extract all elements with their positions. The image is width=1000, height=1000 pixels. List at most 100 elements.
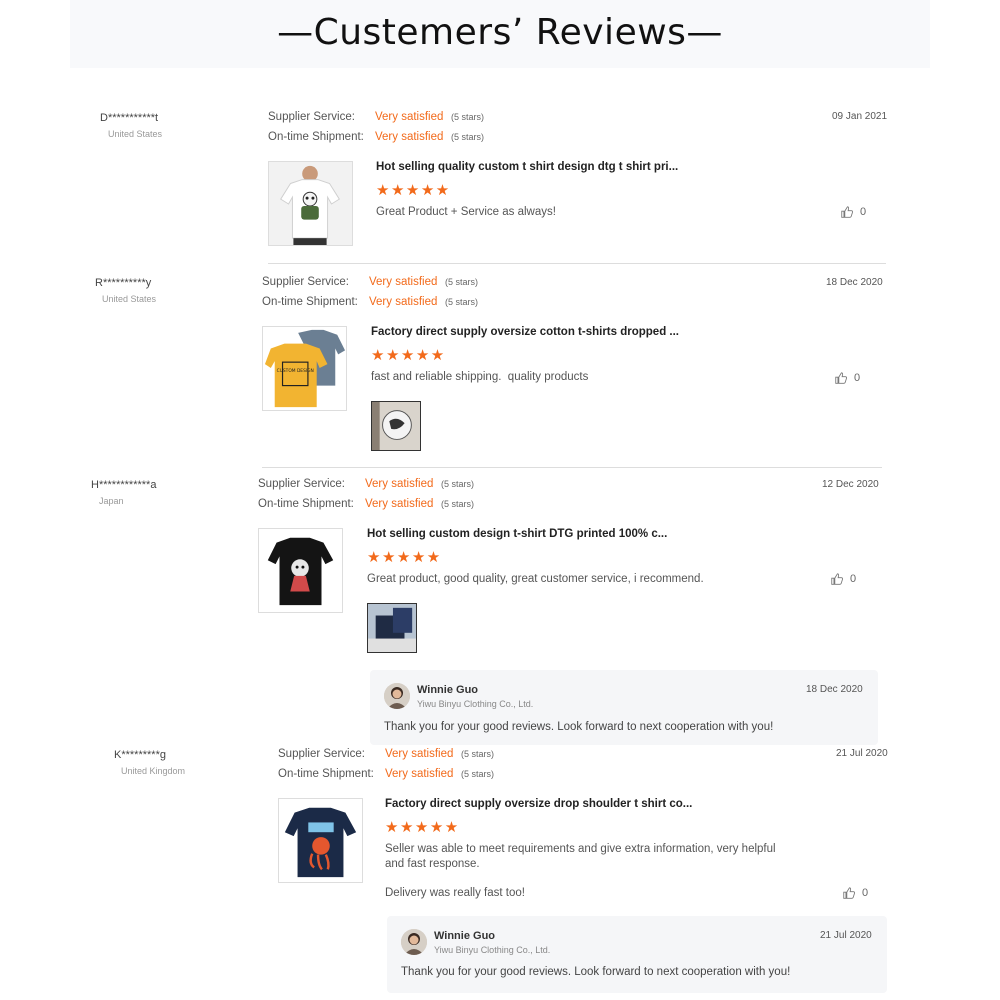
seller-reply: Winnie Guo Yiwu Binyu Clothing Co., Ltd.… xyxy=(387,916,887,993)
like-count: 0 xyxy=(860,206,867,218)
product-title[interactable]: Hot selling quality custom t shirt desig… xyxy=(376,161,678,173)
navy-tshirt-octopus-print-icon xyxy=(279,799,362,882)
shipment-label: On-time Shipment: xyxy=(278,768,374,780)
shipment-value: Very satisfied xyxy=(385,768,454,780)
shipment-stars: (5 stars) xyxy=(451,132,485,142)
reviewer-country: United States xyxy=(102,294,157,304)
thumbs-up-icon xyxy=(843,887,856,899)
reviewer-name: D***********t xyxy=(100,112,159,124)
supplier-service-stars: (5 stars) xyxy=(441,479,475,489)
like-button[interactable]: 0 xyxy=(842,886,868,900)
supplier-service-stars: (5 stars) xyxy=(451,112,485,122)
supplier-service-value: Very satisfied xyxy=(365,478,434,490)
product-thumbnail[interactable] xyxy=(258,528,343,613)
product-title[interactable]: Hot selling custom design t-shirt DTG pr… xyxy=(367,528,667,540)
reviewer-country: United States xyxy=(108,129,163,139)
review-comment-continued: Delivery was really fast too! xyxy=(385,887,525,899)
star-rating: ★★★★★ xyxy=(371,347,446,364)
star-rating: ★★★★★ xyxy=(376,182,451,199)
like-count: 0 xyxy=(854,372,861,384)
reviewer-name: R**********y xyxy=(95,277,152,289)
supplier-service-label: Supplier Service: xyxy=(268,111,355,123)
shipment-rating: On-time Shipment: Very satisfied (5 stars) xyxy=(258,498,474,510)
reviewer-name: K*********g xyxy=(114,749,166,761)
review-comment: fast and reliable shipping. quality prod… xyxy=(371,371,589,383)
review-photo-image-icon xyxy=(372,402,420,450)
review-date: 09 Jan 2021 xyxy=(832,111,888,122)
review-date: 21 Jul 2020 xyxy=(836,748,888,759)
shipment-stars: (5 stars) xyxy=(441,499,475,509)
page-title: —Custemers’ Reviews— xyxy=(277,12,723,53)
supplier-service-rating: Supplier Service: Very satisfied (5 stars) xyxy=(258,478,474,490)
product-thumbnail[interactable] xyxy=(268,161,353,246)
review-photo-image-icon xyxy=(368,604,416,652)
reply-company: Yiwu Binyu Clothing Co., Ltd. xyxy=(434,945,551,955)
seller-avatar-icon xyxy=(401,929,427,955)
supplier-service-stars: (5 stars) xyxy=(461,749,495,759)
like-button[interactable]: 0 xyxy=(830,572,856,586)
supplier-service-rating: Supplier Service: Very satisfied (5 stars) xyxy=(262,276,478,288)
seller-avatar-icon xyxy=(384,683,410,709)
reply-author-name: Winnie Guo xyxy=(434,930,496,942)
shipment-label: On-time Shipment: xyxy=(268,131,364,143)
product-title[interactable]: Factory direct supply oversize cotton t-… xyxy=(371,326,679,338)
thumbs-up-icon xyxy=(835,372,848,384)
reply-date: 18 Dec 2020 xyxy=(806,684,863,695)
shipment-rating: On-time Shipment: Very satisfied (5 stars) xyxy=(278,768,494,780)
supplier-service-label: Supplier Service: xyxy=(278,748,365,760)
thumbs-up-icon xyxy=(841,206,854,218)
reply-date: 21 Jul 2020 xyxy=(820,930,872,941)
reply-text: Thank you for your good reviews. Look fo… xyxy=(401,966,791,978)
supplier-service-stars: (5 stars) xyxy=(445,277,479,287)
star-rating: ★★★★★ xyxy=(367,549,442,566)
supplier-service-value: Very satisfied xyxy=(369,276,438,288)
supplier-service-rating: Supplier Service: Very satisfied (5 stars) xyxy=(278,748,494,760)
shipment-stars: (5 stars) xyxy=(445,297,479,307)
thumb-text-line1: CUSTOM DESIGN xyxy=(277,368,314,374)
supplier-service-label: Supplier Service: xyxy=(258,478,345,490)
review-comment: Seller was able to meet requirements and… xyxy=(385,843,776,870)
supplier-service-label: Supplier Service: xyxy=(262,276,349,288)
reviewer-country: United Kingdom xyxy=(121,766,186,776)
review-comment: Great product, good quality, great custo… xyxy=(367,573,704,585)
title-banner: —Custemers’ Reviews— xyxy=(70,0,930,68)
black-tshirt-print-icon xyxy=(259,529,342,612)
shipment-rating: On-time Shipment: Very satisfied (5 stars) xyxy=(262,296,478,308)
shipment-stars: (5 stars) xyxy=(461,769,495,779)
supplier-service-rating: Supplier Service: Very satisfied (5 stars) xyxy=(268,111,484,123)
review-photo[interactable] xyxy=(367,603,417,653)
yellow-grey-tshirts-icon: CUSTOM DESIGN xyxy=(263,327,346,410)
product-title[interactable]: Factory direct supply oversize drop shou… xyxy=(385,798,692,810)
supplier-service-value: Very satisfied xyxy=(385,748,454,760)
review-date: 18 Dec 2020 xyxy=(826,277,883,288)
like-button[interactable]: 0 xyxy=(840,205,866,219)
reply-text: Thank you for your good reviews. Look fo… xyxy=(384,721,774,733)
supplier-service-value: Very satisfied xyxy=(375,111,444,123)
shipment-value: Very satisfied xyxy=(365,498,434,510)
reviewer-country: Japan xyxy=(99,496,124,506)
divider xyxy=(268,263,886,264)
avatar xyxy=(384,683,410,709)
avatar xyxy=(401,929,427,955)
review-comment: Great Product + Service as always! xyxy=(376,206,556,218)
product-thumbnail[interactable]: CUSTOM DESIGN xyxy=(262,326,347,411)
product-thumbnail[interactable] xyxy=(278,798,363,883)
shipment-label: On-time Shipment: xyxy=(262,296,358,308)
like-count: 0 xyxy=(850,573,857,585)
like-count: 0 xyxy=(862,887,869,899)
shipment-label: On-time Shipment: xyxy=(258,498,354,510)
reply-author-name: Winnie Guo xyxy=(417,684,479,696)
shipment-rating: On-time Shipment: Very satisfied (5 stars) xyxy=(268,131,484,143)
shipment-value: Very satisfied xyxy=(369,296,438,308)
review-photo[interactable] xyxy=(371,401,421,451)
divider xyxy=(262,467,882,468)
seller-reply: Winnie Guo Yiwu Binyu Clothing Co., Ltd.… xyxy=(370,670,878,745)
thumbs-up-icon xyxy=(831,573,844,585)
white-tshirt-panda-print-icon xyxy=(269,162,352,245)
like-button[interactable]: 0 xyxy=(834,371,860,385)
review-date: 12 Dec 2020 xyxy=(822,479,879,490)
shipment-value: Very satisfied xyxy=(375,131,444,143)
reviewer-name: H************a xyxy=(91,479,157,491)
reply-company: Yiwu Binyu Clothing Co., Ltd. xyxy=(417,699,534,709)
star-rating: ★★★★★ xyxy=(385,819,460,836)
